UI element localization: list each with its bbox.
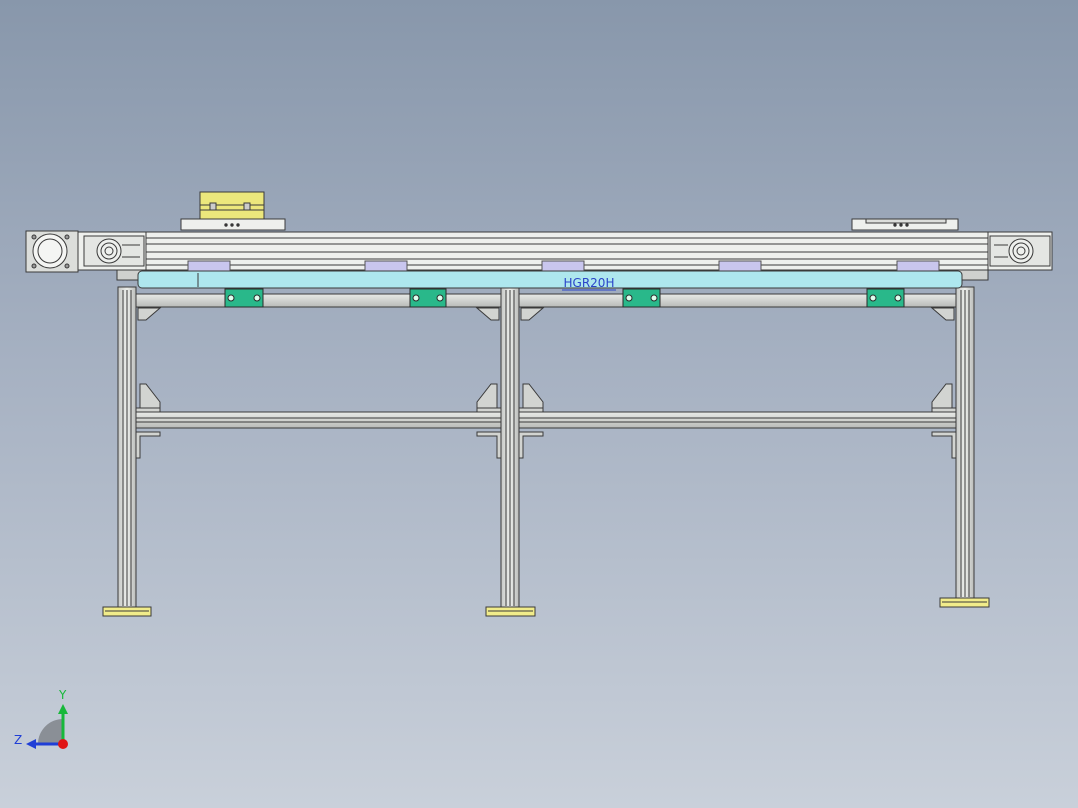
drive-pulley-left	[83, 235, 145, 267]
frame-crossbars	[135, 293, 957, 429]
linear-guide-rail	[137, 270, 963, 289]
conveyor-drawing: HGR20H Y Z	[14, 191, 1053, 749]
pallet-left-with-motor	[180, 191, 286, 231]
carrier-block	[622, 288, 661, 308]
carrier-block	[224, 288, 264, 308]
triad-arc	[38, 719, 63, 744]
corner-brackets	[135, 307, 957, 459]
y-axis-label: Y	[58, 688, 67, 702]
cad-viewport[interactable]: HGR20H Y Z	[0, 0, 1078, 808]
leveling-feet	[102, 597, 990, 617]
y-axis-arrow	[58, 704, 68, 714]
z-axis-label: Z	[14, 733, 22, 747]
drive-end-motor	[25, 230, 79, 273]
frame-legs	[117, 286, 975, 610]
leg-right	[955, 286, 975, 601]
pallet-right	[851, 218, 959, 231]
leg-left	[117, 286, 137, 610]
origin-dot	[58, 739, 68, 749]
z-axis-arrow	[26, 739, 36, 749]
leg-middle	[500, 286, 520, 610]
axis-triad: Y Z	[14, 688, 68, 749]
middle-crossbar-right	[518, 411, 957, 429]
carrier-block	[409, 288, 447, 308]
idler-pulley-right	[989, 235, 1051, 267]
middle-crossbar-left	[135, 411, 502, 429]
guide-part-label: HGR20H	[564, 276, 615, 290]
carrier-block	[866, 288, 905, 308]
